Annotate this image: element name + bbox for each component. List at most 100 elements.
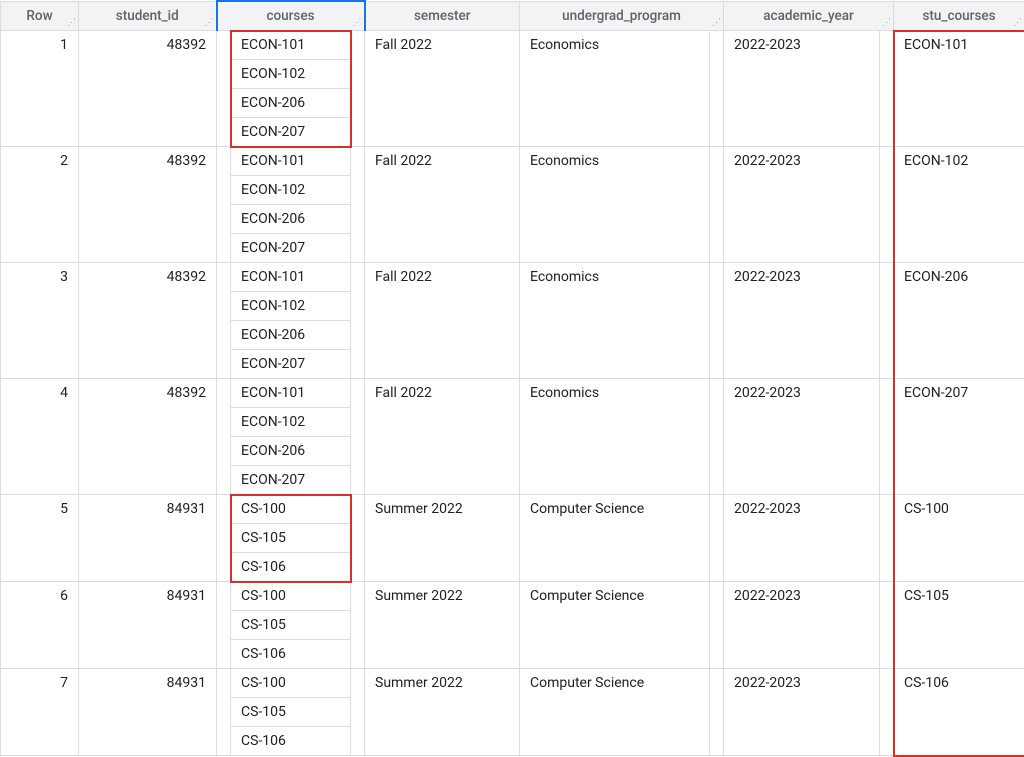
cell-course-item: CS-100: [231, 495, 351, 524]
table-row: 348392ECON-101Fall 2022Economics2022-202…: [1, 263, 1024, 292]
cell-course-item: ECON-102: [231, 408, 351, 437]
cell-semester: Summer 2022: [365, 495, 520, 582]
cell-student-id: 48392: [79, 263, 217, 379]
resize-handle-icon[interactable]: ⋰: [1013, 19, 1022, 28]
query-results-table: Row ⋰ student_id ⋰ courses ⋰ semester un…: [0, 0, 1024, 756]
cell-student-id: 84931: [79, 669, 217, 756]
cell-course-item: ECON-101: [231, 31, 351, 60]
col-header-undergrad-program-label: undergrad_program: [562, 8, 681, 24]
cell-course-item: CS-105: [231, 611, 351, 640]
gap-cell: [351, 582, 365, 669]
gap-cell: [880, 31, 894, 147]
gap-cell: [880, 582, 894, 669]
cell-student-id: 48392: [79, 31, 217, 147]
cell-row-number: 2: [1, 147, 79, 263]
cell-row-number: 1: [1, 31, 79, 147]
cell-course-item: ECON-206: [231, 205, 351, 234]
cell-course-item: CS-106: [231, 553, 351, 582]
cell-undergrad-program: Economics: [520, 263, 710, 379]
table-row: 684931CS-100Summer 2022Computer Science2…: [1, 582, 1024, 611]
gap-cell: [351, 263, 365, 379]
cell-stu-courses: ECON-206: [894, 263, 1024, 379]
cell-course-item: ECON-102: [231, 60, 351, 89]
cell-row-number: 3: [1, 263, 79, 379]
table-row: 584931CS-100Summer 2022Computer Science2…: [1, 495, 1024, 524]
query-results-wrap: Row ⋰ student_id ⋰ courses ⋰ semester un…: [0, 0, 1024, 756]
gap-cell: [351, 669, 365, 756]
cell-course-item: CS-100: [231, 582, 351, 611]
gap-cell: [880, 495, 894, 582]
gap-cell: [710, 669, 724, 756]
gap-cell: [880, 263, 894, 379]
cell-course-item: ECON-206: [231, 321, 351, 350]
cell-academic-year: 2022-2023: [724, 31, 880, 147]
cell-course-item: ECON-206: [231, 89, 351, 118]
gap-cell: [351, 495, 365, 582]
cell-semester: Fall 2022: [365, 147, 520, 263]
header-row: Row ⋰ student_id ⋰ courses ⋰ semester un…: [1, 1, 1024, 31]
cell-course-item: ECON-101: [231, 147, 351, 176]
gap-cell: [710, 582, 724, 669]
cell-course-item: CS-100: [231, 669, 351, 698]
col-header-stu-courses[interactable]: stu_courses ⋰: [894, 1, 1024, 31]
gap-cell: [880, 669, 894, 756]
gap-cell: [217, 495, 231, 582]
table-row: 248392ECON-101Fall 2022Economics2022-202…: [1, 147, 1024, 176]
cell-academic-year: 2022-2023: [724, 379, 880, 495]
gap-cell: [880, 379, 894, 495]
gap-cell: [217, 669, 231, 756]
cell-student-id: 48392: [79, 379, 217, 495]
gap-cell: [880, 147, 894, 263]
cell-course-item: CS-106: [231, 727, 351, 756]
gap-cell: [217, 263, 231, 379]
cell-row-number: 5: [1, 495, 79, 582]
col-header-academic-year[interactable]: academic_year ⋰: [724, 1, 894, 31]
cell-undergrad-program: Computer Science: [520, 582, 710, 669]
resize-handle-icon[interactable]: ⋰: [205, 19, 214, 28]
gap-cell: [217, 582, 231, 669]
col-header-undergrad-program[interactable]: undergrad_program ⋰: [520, 1, 724, 31]
resize-handle-icon[interactable]: ⋰: [882, 19, 891, 28]
cell-stu-courses: ECON-207: [894, 379, 1024, 495]
cell-semester: Fall 2022: [365, 263, 520, 379]
col-header-stu-courses-label: stu_courses: [922, 8, 995, 24]
cell-semester: Fall 2022: [365, 379, 520, 495]
cell-academic-year: 2022-2023: [724, 147, 880, 263]
cell-course-item: ECON-101: [231, 263, 351, 292]
cell-academic-year: 2022-2023: [724, 669, 880, 756]
resize-handle-icon[interactable]: ⋰: [67, 19, 76, 28]
cell-course-item: ECON-207: [231, 118, 351, 147]
cell-stu-courses: ECON-102: [894, 147, 1024, 263]
col-header-semester[interactable]: semester: [365, 1, 520, 31]
cell-course-item: ECON-207: [231, 350, 351, 379]
cell-academic-year: 2022-2023: [724, 495, 880, 582]
cell-course-item: CS-106: [231, 640, 351, 669]
table-row: 784931CS-100Summer 2022Computer Science2…: [1, 669, 1024, 698]
col-header-student-id[interactable]: student_id ⋰: [79, 1, 217, 31]
col-header-courses-label: courses: [266, 8, 314, 24]
table-row: 448392ECON-101Fall 2022Economics2022-202…: [1, 379, 1024, 408]
col-header-academic-year-label: academic_year: [763, 8, 854, 24]
resize-handle-icon[interactable]: ⋰: [712, 19, 721, 28]
cell-row-number: 6: [1, 582, 79, 669]
resize-handle-icon[interactable]: ⋰: [353, 19, 362, 28]
table-row: 148392ECON-101Fall 2022Economics2022-202…: [1, 31, 1024, 60]
cell-course-item: ECON-206: [231, 437, 351, 466]
cell-row-number: 4: [1, 379, 79, 495]
cell-undergrad-program: Computer Science: [520, 495, 710, 582]
col-header-courses[interactable]: courses ⋰: [217, 1, 365, 31]
cell-course-item: CS-105: [231, 524, 351, 553]
gap-cell: [710, 263, 724, 379]
cell-stu-courses: CS-105: [894, 582, 1024, 669]
col-header-row[interactable]: Row ⋰: [1, 1, 79, 31]
cell-course-item: ECON-102: [231, 292, 351, 321]
results-body: 148392ECON-101Fall 2022Economics2022-202…: [1, 31, 1024, 756]
gap-cell: [351, 379, 365, 495]
cell-student-id: 48392: [79, 147, 217, 263]
gap-cell: [710, 31, 724, 147]
col-header-semester-label: semester: [414, 8, 471, 24]
gap-cell: [217, 379, 231, 495]
cell-semester: Fall 2022: [365, 31, 520, 147]
cell-undergrad-program: Economics: [520, 379, 710, 495]
cell-course-item: ECON-207: [231, 234, 351, 263]
